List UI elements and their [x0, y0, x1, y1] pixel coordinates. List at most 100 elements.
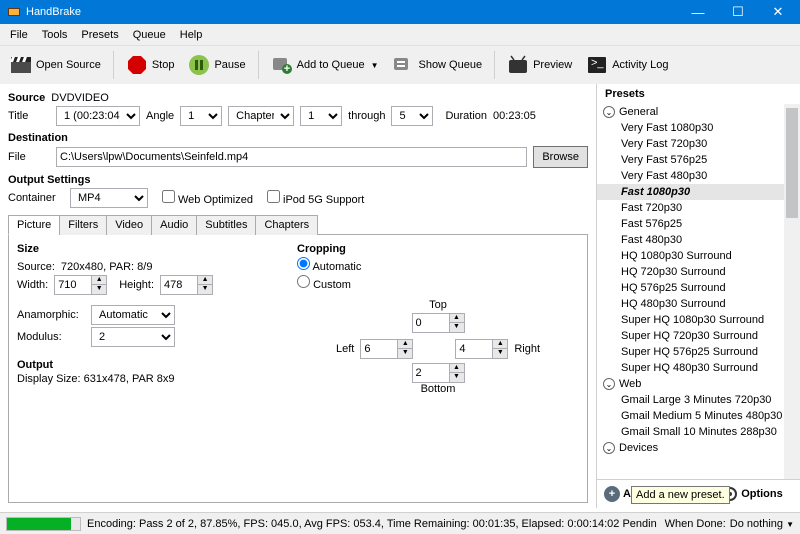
when-done-select[interactable]: Do nothing ▼	[730, 518, 794, 530]
angle-select[interactable]: 1	[180, 106, 222, 126]
toolbar: Open Source Stop Pause + Add to Queue ▼ …	[0, 46, 800, 84]
duration-label: Duration	[445, 110, 487, 122]
preset-item[interactable]: Super HQ 1080p30 Surround	[597, 312, 800, 328]
stop-label: Stop	[152, 59, 175, 71]
title-select[interactable]: 1 (00:23:04)	[56, 106, 140, 126]
tabs: Picture Filters Video Audio Subtitles Ch…	[8, 214, 588, 235]
plus-icon: +	[604, 486, 620, 502]
presets-header: Presets	[597, 84, 800, 104]
preset-item[interactable]: Fast 576p25	[597, 216, 800, 232]
menu-file[interactable]: File	[4, 27, 34, 43]
add-to-queue-button[interactable]: + Add to Queue ▼	[267, 52, 383, 78]
source-size-value: 720x480, PAR: 8/9	[61, 261, 153, 273]
output-settings-label: Output Settings	[8, 174, 588, 186]
preset-item[interactable]: HQ 1080p30 Surround	[597, 248, 800, 264]
preset-group-web[interactable]: ⌄Web	[597, 376, 800, 392]
preset-list: ⌄GeneralVery Fast 1080p30Very Fast 720p3…	[597, 104, 800, 479]
window-title: HandBrake	[26, 6, 678, 18]
preset-item[interactable]: Super HQ 720p30 Surround	[597, 328, 800, 344]
preset-item[interactable]: Very Fast 1080p30	[597, 120, 800, 136]
file-path-input[interactable]	[56, 147, 527, 167]
tab-subtitles[interactable]: Subtitles	[196, 215, 256, 235]
size-label: Size	[17, 243, 297, 255]
separator	[494, 51, 495, 79]
activity-log-button[interactable]: >_ Activity Log	[582, 52, 672, 78]
pause-icon	[188, 54, 210, 76]
container-select[interactable]: MP4	[70, 188, 148, 208]
chapters-mode-select[interactable]: Chapters	[228, 106, 294, 126]
pause-button[interactable]: Pause	[184, 52, 249, 78]
ipod-support-checkbox[interactable]: iPod 5G Support	[267, 190, 364, 206]
tab-filters[interactable]: Filters	[59, 215, 107, 235]
chapter-from-select[interactable]: 1	[300, 106, 342, 126]
svg-text:>_: >_	[591, 57, 604, 69]
queue-icon	[392, 54, 414, 76]
menu-help[interactable]: Help	[174, 27, 209, 43]
preset-item[interactable]: HQ 720p30 Surround	[597, 264, 800, 280]
open-source-button[interactable]: Open Source	[6, 52, 105, 78]
clapperboard-icon	[10, 54, 32, 76]
preset-item[interactable]: Fast 720p30	[597, 200, 800, 216]
tab-picture[interactable]: Picture	[8, 215, 60, 235]
tab-audio[interactable]: Audio	[151, 215, 197, 235]
browse-button[interactable]: Browse	[533, 146, 588, 168]
preset-item[interactable]: HQ 576p25 Surround	[597, 280, 800, 296]
svg-text:+: +	[283, 63, 289, 75]
minimize-button[interactable]: —	[678, 0, 718, 24]
show-queue-button[interactable]: Show Queue	[388, 52, 486, 78]
crop-right-spinner[interactable]: ▲▼	[455, 339, 508, 359]
crop-bottom-spinner[interactable]: ▲▼	[412, 363, 465, 383]
preset-item[interactable]: Gmail Large 3 Minutes 720p30	[597, 392, 800, 408]
add-preset-tooltip: Add a new preset.	[631, 486, 730, 504]
output-label: Output	[17, 359, 297, 371]
separator	[113, 51, 114, 79]
app-icon	[6, 4, 22, 20]
preset-item[interactable]: Super HQ 576p25 Surround	[597, 344, 800, 360]
menu-tools[interactable]: Tools	[36, 27, 74, 43]
menu-bar: File Tools Presets Queue Help	[0, 24, 800, 46]
width-spinner[interactable]: ▲▼	[54, 275, 107, 295]
presets-scrollbar[interactable]	[784, 104, 800, 479]
crop-top-spinner[interactable]: ▲▼	[412, 313, 465, 333]
preset-item[interactable]: HQ 480p30 Surround	[597, 296, 800, 312]
menu-queue[interactable]: Queue	[127, 27, 172, 43]
preset-item[interactable]: Fast 480p30	[597, 232, 800, 248]
preset-item[interactable]: Very Fast 720p30	[597, 136, 800, 152]
crop-bottom-label: Bottom	[297, 383, 579, 395]
tab-video[interactable]: Video	[106, 215, 152, 235]
crop-left-spinner[interactable]: ▲▼	[360, 339, 413, 359]
modulus-select[interactable]: 2	[91, 327, 175, 347]
preview-label: Preview	[533, 59, 572, 71]
tab-chapters[interactable]: Chapters	[255, 215, 318, 235]
height-spinner[interactable]: ▲▼	[160, 275, 213, 295]
crop-right-label: Right	[514, 343, 540, 355]
crop-custom-radio[interactable]: Custom	[297, 275, 351, 291]
preview-button[interactable]: Preview	[503, 52, 576, 78]
preset-item[interactable]: Gmail Small 10 Minutes 288p30	[597, 424, 800, 440]
preset-item[interactable]: Gmail Medium 5 Minutes 480p30	[597, 408, 800, 424]
chapter-to-select[interactable]: 5	[391, 106, 433, 126]
crop-top-label: Top	[297, 299, 579, 311]
preset-item[interactable]: Very Fast 576p25	[597, 152, 800, 168]
progress-bar	[6, 517, 81, 531]
status-text: Encoding: Pass 2 of 2, 87.85%, FPS: 045.…	[87, 518, 657, 530]
dropdown-icon[interactable]: ▼	[371, 61, 379, 70]
close-button[interactable]: ✕	[758, 0, 798, 24]
chevron-icon: ⌄	[603, 106, 615, 118]
show-queue-label: Show Queue	[418, 59, 482, 71]
preset-item[interactable]: Very Fast 480p30	[597, 168, 800, 184]
crop-automatic-radio[interactable]: Automatic	[297, 257, 361, 273]
open-source-label: Open Source	[36, 59, 101, 71]
display-size-value: Display Size: 631x478, PAR 8x9	[17, 373, 175, 385]
source-value: DVDVIDEO	[51, 92, 108, 104]
tv-icon	[507, 54, 529, 76]
preset-item[interactable]: Super HQ 480p30 Surround	[597, 360, 800, 376]
menu-presets[interactable]: Presets	[75, 27, 124, 43]
anamorphic-select[interactable]: Automatic	[91, 305, 175, 325]
stop-button[interactable]: Stop	[122, 52, 179, 78]
preset-item[interactable]: Fast 1080p30	[597, 184, 800, 200]
preset-group-devices[interactable]: ⌄Devices	[597, 440, 800, 456]
web-optimized-checkbox[interactable]: Web Optimized	[162, 190, 253, 206]
preset-group-general[interactable]: ⌄General	[597, 104, 800, 120]
maximize-button[interactable]: ☐	[718, 0, 758, 24]
